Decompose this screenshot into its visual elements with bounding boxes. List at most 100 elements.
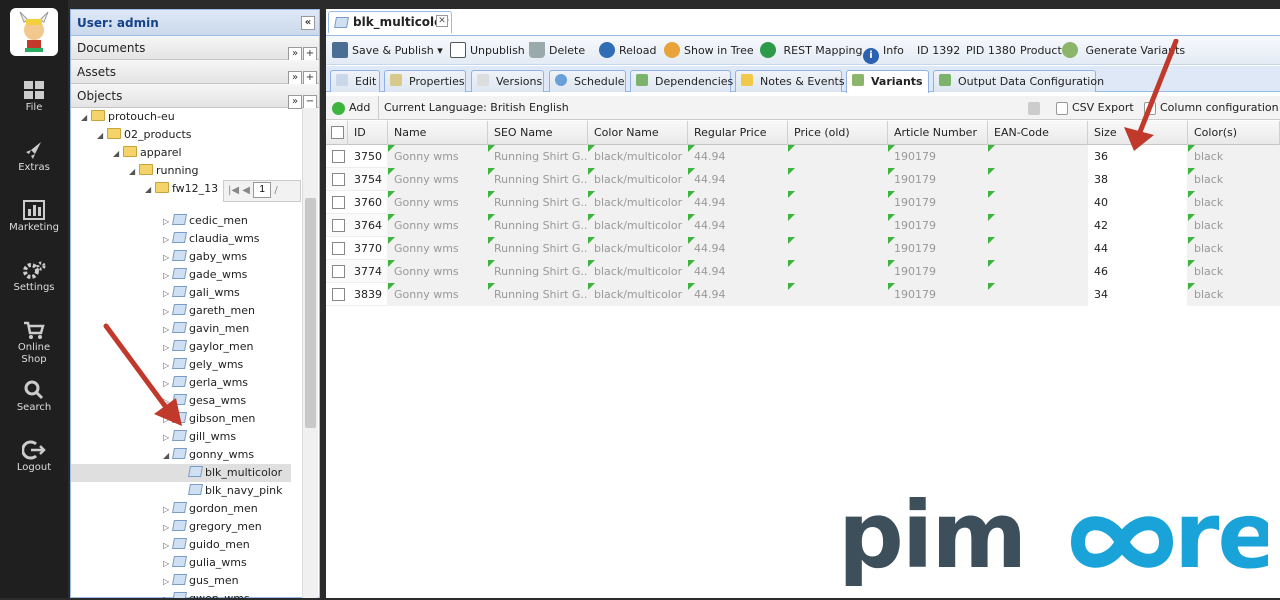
table-row[interactable]: 3760 Gonny wms Running Shirt G... black/mul… (326, 191, 1280, 214)
table-cell[interactable]: black (1188, 168, 1280, 191)
scrollbar-thumb[interactable] (305, 198, 316, 428)
table-cell[interactable]: black (1188, 283, 1280, 306)
table-cell[interactable] (788, 283, 888, 306)
table-cell[interactable] (988, 283, 1088, 306)
collapse-panel-button[interactable]: « (301, 16, 315, 30)
table-cell[interactable]: 190179 (888, 168, 988, 191)
tab-output-data-configuration[interactable]: Output Data Configuration (933, 70, 1104, 92)
first-page-icon[interactable]: |◀ (228, 185, 239, 196)
tree-node[interactable]: ▷ cedic_men (163, 212, 248, 230)
tab-versions[interactable]: Versions (471, 70, 544, 92)
tree-node[interactable]: ▷ gulia_wms (163, 554, 247, 572)
column-header[interactable]: Color(s) (1188, 121, 1280, 145)
accordion-documents[interactable]: Documents » + (71, 36, 319, 61)
row-checkbox[interactable] (332, 219, 345, 232)
table-row[interactable]: 3839 Gonny wms Running Shirt G... black/mul… (326, 283, 1280, 306)
close-icon[interactable]: ✕ (436, 15, 448, 27)
column-header[interactable]: EAN-Code (988, 121, 1088, 145)
table-row[interactable]: 3754 Gonny wms Running Shirt G... black/mul… (326, 168, 1280, 191)
add-variant-button[interactable]: Add (332, 96, 370, 120)
nav-logout[interactable]: Logout (0, 440, 68, 474)
table-cell[interactable]: Gonny wms (388, 237, 488, 260)
table-cell[interactable]: black/multicolor (588, 145, 688, 168)
table-row[interactable]: 3770 Gonny wms Running Shirt G... black/mul… (326, 237, 1280, 260)
show-in-tree-button[interactable]: Show in Tree (664, 41, 754, 61)
table-cell[interactable]: Gonny wms (388, 168, 488, 191)
row-checkbox[interactable] (332, 288, 345, 301)
table-cell[interactable]: Gonny wms (388, 145, 488, 168)
tree-node[interactable]: ▷ gaby_wms (163, 248, 247, 266)
accordion-assets[interactable]: Assets » + (71, 60, 319, 85)
table-cell[interactable]: black (1188, 214, 1280, 237)
collapse-objects-button[interactable]: − (303, 95, 317, 109)
table-cell[interactable] (988, 191, 1088, 214)
table-cell[interactable]: 46 (1088, 260, 1188, 283)
select-all-checkbox[interactable] (326, 121, 348, 145)
table-cell[interactable]: Running Shirt G... (488, 214, 588, 237)
table-cell[interactable] (988, 145, 1088, 168)
table-cell[interactable] (988, 237, 1088, 260)
table-cell[interactable]: Running Shirt G... (488, 260, 588, 283)
column-header[interactable]: Price (old) (788, 121, 888, 145)
tab-schedule[interactable]: Schedule (549, 70, 626, 92)
table-cell[interactable]: black/multicolor (588, 214, 688, 237)
table-cell[interactable]: 190179 (888, 283, 988, 306)
settings-icon[interactable] (1028, 96, 1044, 120)
table-cell[interactable]: Running Shirt G... (488, 168, 588, 191)
tree-node[interactable]: ◢ running (129, 162, 198, 180)
table-cell[interactable]: 44.94 (688, 168, 788, 191)
table-cell[interactable] (788, 214, 888, 237)
add-documents-button[interactable]: + (303, 47, 317, 61)
reload-button[interactable]: Reload (599, 41, 656, 61)
expand-assets-button[interactable]: » (288, 71, 302, 85)
tree-node[interactable]: blk_navy_pink (188, 482, 283, 500)
table-cell[interactable]: 44 (1088, 237, 1188, 260)
save-publish-button[interactable]: Save & Publish ▾ (332, 41, 443, 61)
column-header[interactable]: ID (348, 121, 388, 145)
nav-extras[interactable]: Extras (0, 140, 68, 174)
unpublish-button[interactable]: Unpublish (450, 41, 525, 61)
tree-node[interactable]: ▷ guido_men (163, 536, 250, 554)
tree-node[interactable]: ▷gwen_wms (163, 590, 250, 598)
tree-node[interactable]: ▷ gordon_men (163, 500, 258, 518)
table-cell[interactable]: Running Shirt G... (488, 283, 588, 306)
table-cell[interactable]: Running Shirt G... (488, 145, 588, 168)
table-cell[interactable] (988, 260, 1088, 283)
nav-settings[interactable]: Settings (0, 260, 68, 294)
table-cell[interactable]: 44.94 (688, 191, 788, 214)
table-cell[interactable] (988, 214, 1088, 237)
table-cell[interactable]: 44.94 (688, 260, 788, 283)
tree-node[interactable]: ◢ apparel (113, 144, 182, 162)
tree-node[interactable]: ▷ gali_wms (163, 284, 240, 302)
tree-node[interactable]: ◢ fw12_13 (145, 180, 218, 198)
expand-objects-button[interactable]: » (288, 95, 302, 109)
accordion-objects[interactable]: Objects » − (71, 84, 319, 109)
row-checkbox[interactable] (332, 196, 345, 209)
prev-page-icon[interactable]: ◀ (242, 185, 250, 196)
expand-documents-button[interactable]: » (288, 47, 302, 61)
table-cell[interactable] (988, 168, 1088, 191)
table-cell[interactable]: black/multicolor (588, 168, 688, 191)
table-cell[interactable] (788, 145, 888, 168)
tab-variants[interactable]: Variants (846, 70, 929, 93)
table-row[interactable]: 3764 Gonny wms Running Shirt G... black/mul… (326, 214, 1280, 237)
table-cell[interactable]: Running Shirt G... (488, 237, 588, 260)
table-cell[interactable]: 44.94 (688, 283, 788, 306)
tree-node[interactable]: ▷ gus_men (163, 572, 239, 590)
nav-search[interactable]: Search (0, 380, 68, 414)
table-cell[interactable]: black/multicolor (588, 283, 688, 306)
tree-scrollbar[interactable] (302, 108, 318, 598)
table-cell[interactable] (788, 260, 888, 283)
table-cell[interactable]: 44.94 (688, 214, 788, 237)
page-input[interactable] (253, 181, 272, 198)
tree-node-selected[interactable]: blk_multicolor (71, 464, 291, 482)
table-cell[interactable]: black (1188, 260, 1280, 283)
table-cell[interactable]: 190179 (888, 145, 988, 168)
row-checkbox[interactable] (332, 242, 345, 255)
table-row[interactable]: 3774 Gonny wms Running Shirt G... black/mul… (326, 260, 1280, 283)
table-cell[interactable]: black/multicolor (588, 237, 688, 260)
document-tab[interactable]: blk_multicolor ✕ (328, 11, 452, 33)
info-button[interactable]: i Info (863, 41, 904, 64)
table-cell[interactable]: black (1188, 145, 1280, 168)
nav-file[interactable]: File (0, 80, 68, 114)
